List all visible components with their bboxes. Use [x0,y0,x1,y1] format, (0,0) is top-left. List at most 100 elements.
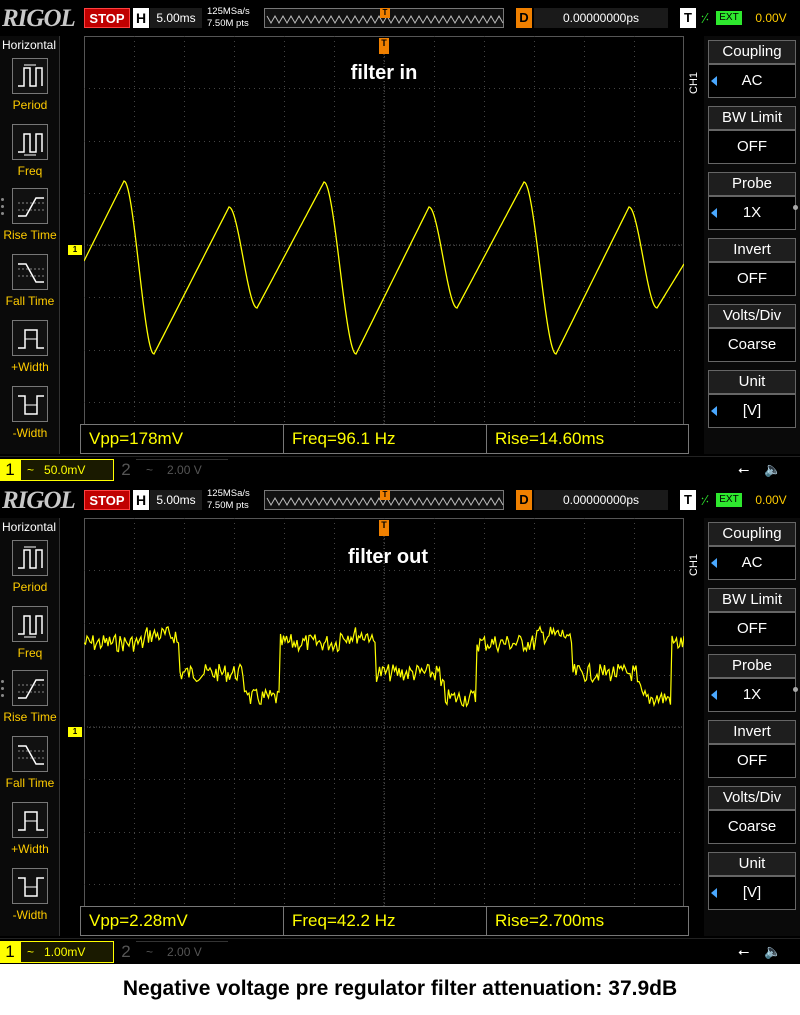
menu-scroll-indicator [793,205,798,210]
run-stop-indicator[interactable]: STOP [84,490,130,510]
ch1-scale[interactable]: ~1.00mV [20,941,114,963]
trigger-source[interactable]: EXT [716,11,742,25]
sample-rate: 125MSa/s [207,488,250,499]
top-status-bar: RIGOL STOP H 5.00ms 125MSa/s 7.50M pts T… [0,482,800,518]
freq-measurement: Freq=96.1 Hz [283,424,487,454]
ch1-indicator[interactable]: 1 [0,941,20,963]
channel-menu: Coupling AC BW Limit OFF Probe 1X Invert… [704,518,800,936]
ch1-ground-marker[interactable]: 1 [68,727,82,737]
measure-period-button[interactable]: Period [0,540,60,604]
timebase-readout[interactable]: 5.00ms [150,490,202,510]
coupling-value: AC [708,64,796,98]
ac-coupling-icon: ~ [146,945,154,959]
coupling-title: Coupling [708,522,796,546]
trigger-time-marker[interactable]: T [379,520,389,536]
trigger-source[interactable]: EXT [716,493,742,507]
usb-icon: ⭠ [738,943,750,959]
delay-readout[interactable]: 0.00000000ps [534,490,668,510]
usb-icon: ⭠ [738,461,750,477]
horizontal-measure-menu: Horizontal Period Freq Rise Time Fall Ti… [0,36,60,454]
volts-div-softkey[interactable]: Volts/Div Coarse [708,304,796,366]
fall-time-label: Fall Time [5,294,55,308]
pos-width-icon [12,802,48,838]
unit-softkey[interactable]: Unit [V] [708,370,796,432]
ch2-scale[interactable]: ~2.00 V [136,459,228,481]
speaker-icon[interactable]: 🔈 [764,943,786,961]
measure-period-button[interactable]: Period [0,58,60,122]
bw-limit-softkey[interactable]: BW Limit OFF [708,588,796,650]
memory-depth: 7.50M pts [207,500,249,511]
measure-neg-width-button[interactable]: -Width [0,386,60,450]
waveform-display: filter in [84,36,684,454]
probe-value: 1X [708,196,796,230]
rise-time-label: Rise Time [3,228,57,242]
trigger-badge: T [680,8,696,28]
horizontal-badge: H [133,490,149,510]
rigol-logo: RIGOL [2,487,76,514]
trigger-time-marker[interactable]: T [379,38,389,54]
delay-readout[interactable]: 0.00000000ps [534,8,668,28]
sample-rate: 125MSa/s [207,6,250,17]
freq-label: Freq [17,164,43,178]
invert-title: Invert [708,238,796,262]
measure-rise-time-button[interactable]: Rise Time [0,670,60,734]
ch2-indicator[interactable]: 2 [116,941,136,963]
period-label: Period [12,98,48,112]
vpp-measurement: Vpp=2.28mV [80,906,284,936]
measurement-bar: Vpp=178mV Freq=96.1 Hz Rise=14.60ms [80,424,689,454]
volts-div-softkey[interactable]: Volts/Div Coarse [708,786,796,848]
coupling-softkey[interactable]: Coupling AC [708,40,796,102]
unit-value: [V] [708,876,796,910]
probe-softkey[interactable]: Probe 1X [708,654,796,716]
neg-width-label: -Width [12,908,48,922]
measure-fall-time-button[interactable]: Fall Time [0,736,60,800]
probe-title: Probe [708,654,796,678]
run-stop-indicator[interactable]: STOP [84,8,130,28]
measurement-bar: Vpp=2.28mV Freq=42.2 Hz Rise=2.700ms [80,906,689,936]
bw-limit-softkey[interactable]: BW Limit OFF [708,106,796,168]
menu-title: Horizontal [2,38,57,52]
coupling-value: AC [708,546,796,580]
ch2-indicator[interactable]: 2 [116,459,136,481]
measure-freq-button[interactable]: Freq [0,124,60,188]
measure-neg-width-button[interactable]: -Width [0,868,60,932]
measure-freq-button[interactable]: Freq [0,606,60,670]
ch1-scale[interactable]: ~50.0mV [20,459,114,481]
trigger-position-marker: T [380,490,390,500]
measure-fall-time-button[interactable]: Fall Time [0,254,60,318]
channel-status-bar: 1 ~50.0mV 2 ~2.00 V ⭠ 🔈 [0,456,800,482]
neg-width-icon [12,868,48,904]
invert-softkey[interactable]: Invert OFF [708,720,796,782]
bw-limit-value: OFF [708,130,796,164]
period-icon [12,58,48,94]
ch1-indicator[interactable]: 1 [0,459,20,481]
rising-edge-icon: ⸓ [700,10,710,26]
invert-softkey[interactable]: Invert OFF [708,238,796,300]
measure-pos-width-button[interactable]: +Width [0,320,60,384]
memory-depth: 7.50M pts [207,18,249,29]
pos-width-icon [12,320,48,356]
ch2-scale[interactable]: ~2.00 V [136,941,228,963]
caret-left-icon [711,690,717,700]
unit-title: Unit [708,370,796,394]
bw-limit-title: BW Limit [708,106,796,130]
rise-measurement: Rise=2.700ms [486,906,689,936]
trigger-position-marker: T [380,8,390,18]
caret-left-icon [711,558,717,568]
volts-div-title: Volts/Div [708,304,796,328]
speaker-icon[interactable]: 🔈 [764,461,786,479]
ch1-ground-marker[interactable]: 1 [68,245,82,255]
freq-icon [12,124,48,160]
trigger-level[interactable]: 0.00V [746,8,796,28]
rise-time-label: Rise Time [3,710,57,724]
measure-pos-width-button[interactable]: +Width [0,802,60,866]
horizontal-badge: H [133,8,149,28]
coupling-softkey[interactable]: Coupling AC [708,522,796,584]
caret-left-icon [711,406,717,416]
freq-measurement: Freq=42.2 Hz [283,906,487,936]
unit-softkey[interactable]: Unit [V] [708,852,796,914]
trigger-level[interactable]: 0.00V [746,490,796,510]
timebase-readout[interactable]: 5.00ms [150,8,202,28]
probe-softkey[interactable]: Probe 1X [708,172,796,234]
measure-rise-time-button[interactable]: Rise Time [0,188,60,252]
